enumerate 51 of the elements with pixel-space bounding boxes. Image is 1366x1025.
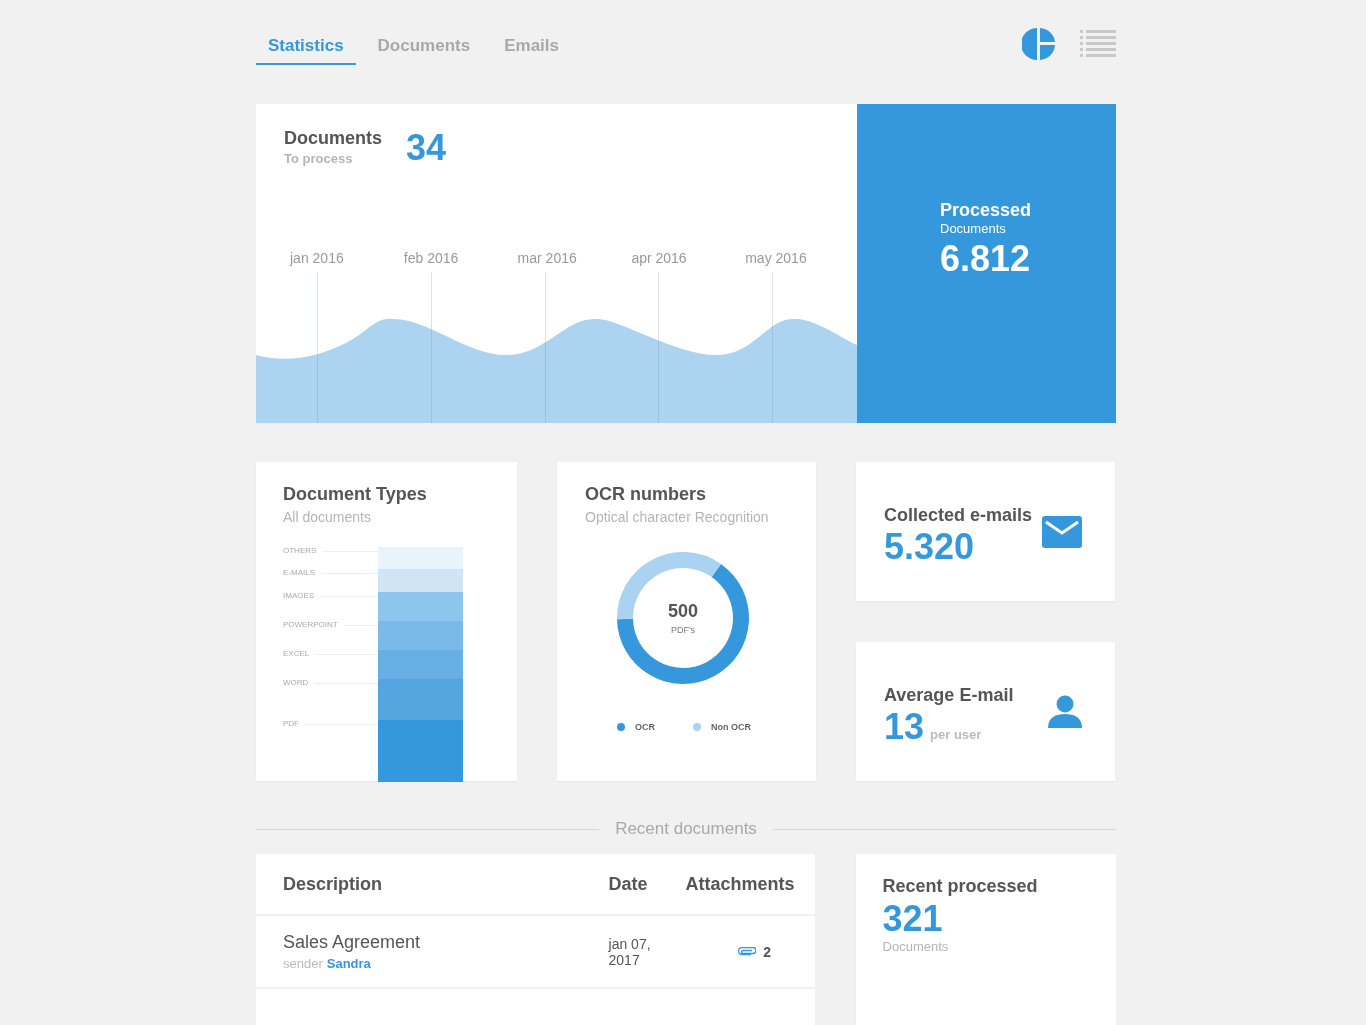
month-label: feb 2016 — [403, 250, 459, 266]
date-cell-text: jan 07, 2017 — [608, 935, 652, 968]
pie-chart-icon[interactable] — [1022, 26, 1056, 61]
person-icon — [1048, 695, 1082, 728]
month-label: apr 2016 — [631, 250, 687, 266]
card-title: Documents — [284, 128, 382, 149]
category-label: E-MAILS — [283, 569, 315, 577]
card-subtitle: To process — [284, 151, 354, 166]
attachment-count: 2 — [763, 943, 771, 960]
card-title: Collected e-mails — [884, 505, 1033, 526]
card-title: Document Types — [283, 484, 428, 505]
category-label: OTHERS — [283, 547, 317, 555]
tab[interactable]: Statistics — [256, 22, 356, 65]
card-subtitle: All documents — [283, 509, 372, 525]
stat-value: 5.320 — [884, 526, 976, 568]
card-title: Recent processed — [882, 876, 1039, 897]
section-title: Recent documents — [615, 819, 757, 839]
card-subtitle: Documents — [882, 939, 950, 954]
tab[interactable]: Documents — [365, 22, 483, 65]
column-header: Date — [608, 873, 649, 895]
month-label: may 2016 — [745, 250, 807, 266]
stat-value: 34 — [406, 128, 447, 170]
legend-label: Non OCR — [711, 722, 751, 732]
sender-link[interactable]: Sandra — [326, 956, 371, 971]
column-header: Description — [283, 873, 384, 895]
category-label: EXCEL — [283, 650, 310, 658]
card-title: Average E-mail — [884, 685, 1014, 706]
category-label: POWERPOINT — [283, 621, 338, 629]
card-subtitle: Documents — [940, 220, 1007, 236]
stat-value: 13 — [884, 706, 925, 748]
donut-unit: PDF's — [670, 625, 696, 635]
category-label: WORD — [283, 679, 309, 687]
list-icon[interactable] — [1080, 29, 1116, 58]
category-label: IMAGES — [283, 592, 315, 600]
sender-label: sender — [283, 956, 323, 971]
stat-unit: per user — [930, 727, 982, 742]
paperclip-icon — [738, 947, 757, 956]
month-label: jan 2016 — [290, 250, 344, 266]
stat-value: 6.812 — [940, 237, 1032, 280]
card-title: OCR numbers — [585, 484, 707, 505]
card-subtitle: Optical character Recognition — [585, 509, 769, 525]
tab[interactable]: Emails — [492, 22, 571, 65]
month-label: mar 2016 — [517, 250, 577, 266]
category-label: PDF — [283, 720, 299, 728]
stat-value: 321 — [882, 899, 944, 939]
legend-label: OCR — [635, 722, 655, 732]
donut-value: 500 — [667, 601, 698, 622]
column-header: Attachments — [684, 873, 795, 895]
card-title: Processed — [940, 199, 1032, 221]
envelope-icon — [1042, 515, 1082, 548]
document-name: Sales Agreement — [283, 932, 422, 953]
